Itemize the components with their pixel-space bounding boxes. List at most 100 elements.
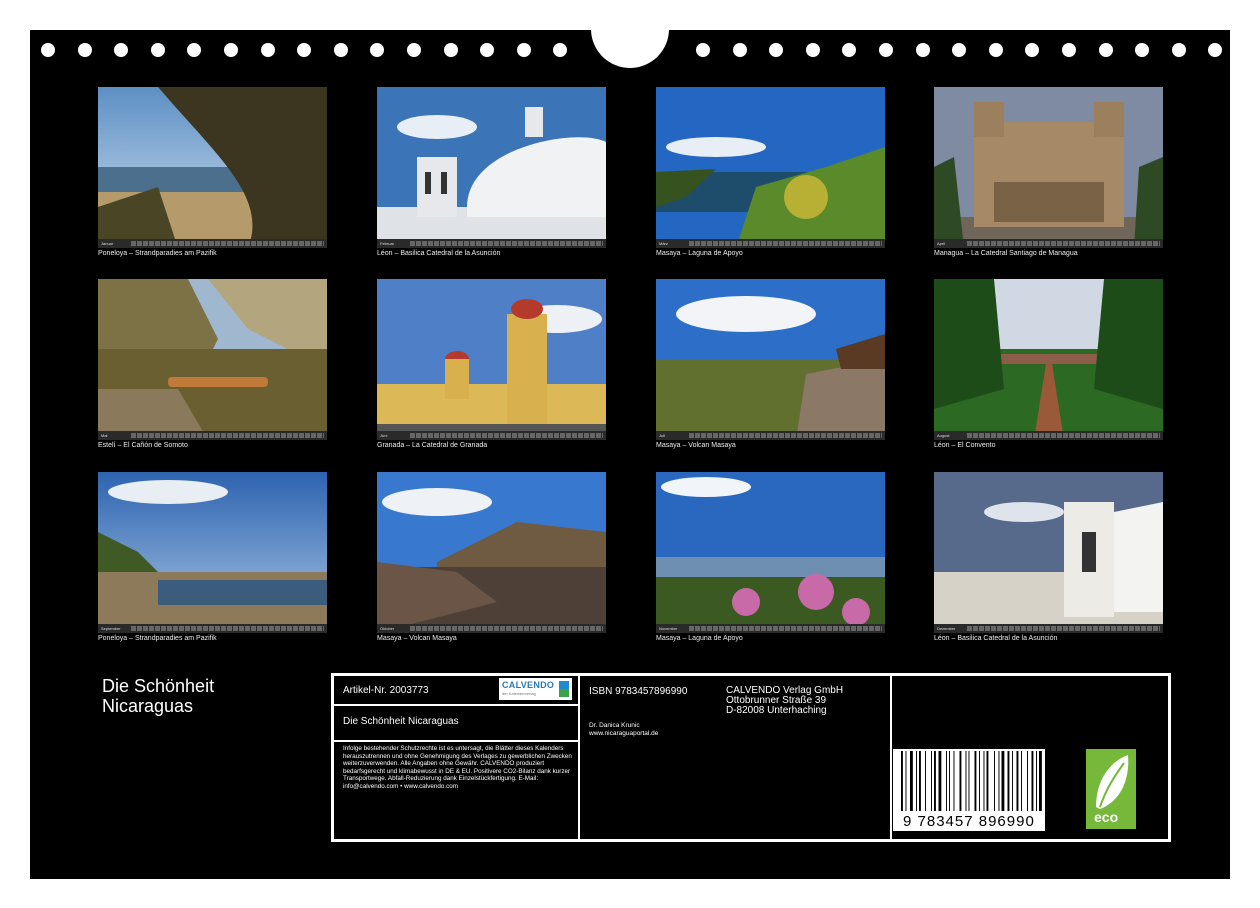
photo-caption: Masaya – Laguna de Apoyo xyxy=(656,635,743,642)
barcode-bars xyxy=(901,751,1042,811)
photo-image xyxy=(377,87,606,248)
month-photo: Oktober xyxy=(377,472,606,633)
binding-hole xyxy=(187,43,202,57)
photo-caption: Poneloya – Strandparadies am Pazifik xyxy=(98,250,217,257)
eco-label: eco xyxy=(1094,809,1119,825)
day-cells xyxy=(131,433,324,438)
day-cells xyxy=(131,241,324,246)
product-title: Die Schönheit Nicaraguas xyxy=(343,716,459,727)
title-line-2: Nicaraguas xyxy=(102,696,194,716)
month-label: Mai xyxy=(101,433,108,438)
binding-hole xyxy=(988,43,1003,57)
article-cell: Artikel-Nr. 2003773 CALVENDO der Kalende… xyxy=(333,675,579,705)
barcode: 9 783457 896990 xyxy=(893,749,1045,831)
photo-image xyxy=(934,279,1163,440)
month-label: Februar xyxy=(380,241,395,246)
month-photo: März xyxy=(656,87,885,248)
month-photo: Juli xyxy=(656,279,885,440)
binding-hole xyxy=(842,43,857,57)
binding-hole xyxy=(260,43,275,57)
info-panel: Artikel-Nr. 2003773 CALVENDO der Kalende… xyxy=(331,673,1171,842)
month-label: September xyxy=(101,626,121,631)
binding-hole xyxy=(1171,43,1186,57)
month-photo: Mai xyxy=(98,279,327,440)
binding-hole xyxy=(1135,43,1150,57)
day-cells xyxy=(967,433,1160,438)
day-cells xyxy=(410,433,603,438)
binding-hole xyxy=(1025,43,1040,57)
logo-subtext: der Kalenderverlag xyxy=(502,691,536,696)
binding-hole xyxy=(370,43,385,57)
binding-hole xyxy=(333,43,348,57)
photo-caption: Léon – Basilica Catedral de la Asunción xyxy=(377,250,501,257)
isbn-cell: ISBN 9783457896990 Dr. Danica Krunic www… xyxy=(579,675,891,840)
binding-hole xyxy=(297,43,312,57)
logo-flag-icon xyxy=(559,681,569,697)
month-photo: November xyxy=(656,472,885,633)
month-photo: Dezember xyxy=(934,472,1163,633)
legal-text: Infolge bestehender Schutzrechte ist es … xyxy=(343,745,572,790)
day-cells xyxy=(689,433,882,438)
binding-hole xyxy=(407,43,421,57)
month-label: August xyxy=(937,433,950,438)
binding-hole xyxy=(952,43,967,57)
mini-calendar-strip: Januar xyxy=(98,239,327,248)
photo-caption: Granada – La Catedral de Granada xyxy=(377,442,488,449)
photo-image xyxy=(656,279,885,440)
month-label: Oktober xyxy=(380,626,395,631)
photo-image xyxy=(934,472,1163,633)
binding-hole xyxy=(1062,43,1076,57)
mini-calendar-strip: Mai xyxy=(98,431,327,440)
month-label: Januar xyxy=(101,241,114,246)
day-cells xyxy=(689,241,882,246)
mini-calendar-strip: November xyxy=(656,624,885,633)
calendar-title: Die Schönheit Nicaraguas xyxy=(102,676,302,716)
barcode-digits: 9 783457 896990 xyxy=(903,813,1035,830)
month-photo: Januar xyxy=(98,87,327,248)
month-label: April xyxy=(937,241,946,246)
day-cells xyxy=(689,626,882,631)
eco-badge: eco xyxy=(1086,749,1136,829)
author-website: www.nicaraguaportal.de xyxy=(589,730,659,737)
photo-caption: Masaya – Volcan Masaya xyxy=(377,635,457,642)
binding-hole xyxy=(480,43,495,57)
photo-image xyxy=(98,87,327,248)
legal-cell: Infolge bestehender Schutzrechte ist es … xyxy=(333,741,579,840)
title-line-1: Die Schönheit xyxy=(102,676,215,696)
photo-image xyxy=(656,472,885,633)
binding-hole xyxy=(41,43,55,57)
photo-caption: Estelí – El Cañón de Somoto xyxy=(98,442,188,449)
month-label: November xyxy=(659,626,678,631)
binding-hole xyxy=(516,43,531,57)
product-title-cell: Die Schönheit Nicaraguas xyxy=(333,705,579,741)
binding-hole xyxy=(1098,43,1113,57)
binding-hole xyxy=(696,43,710,57)
day-cells xyxy=(131,626,324,631)
calendar-back: Januar Poneloya – Strandparadies am Pazif… xyxy=(30,30,1230,879)
photo-image xyxy=(98,279,327,440)
photo-image xyxy=(377,279,606,440)
logo-text: CALVENDO xyxy=(502,680,555,690)
day-cells xyxy=(410,241,603,246)
month-label: Juni xyxy=(380,433,388,438)
month-photo: August xyxy=(934,279,1163,440)
month-label: März xyxy=(659,241,668,246)
day-cells xyxy=(967,241,1160,246)
photo-caption: Masaya – Laguna de Apoyo xyxy=(656,250,743,257)
photo-caption: Léon – Basilica Catedral de la Asunción xyxy=(934,635,1058,642)
binding-hole xyxy=(769,43,784,57)
binding-hole xyxy=(805,43,820,57)
month-photo: September xyxy=(98,472,327,633)
binding-hole xyxy=(879,43,893,57)
mini-calendar-strip: Juli xyxy=(656,431,885,440)
day-cells xyxy=(967,626,1160,631)
photo-caption: Masaya – Volcan Masaya xyxy=(656,442,736,449)
day-cells xyxy=(410,626,603,631)
binding-hole xyxy=(732,43,747,57)
binding-hole xyxy=(915,43,930,57)
photo-caption: Poneloya – Strandparadies am Pazifik xyxy=(98,635,217,642)
binding-hole xyxy=(1208,43,1223,57)
publisher-city: D-82008 Unterhaching xyxy=(726,705,827,716)
photo-image xyxy=(377,472,606,633)
month-label: Juli xyxy=(659,433,666,438)
